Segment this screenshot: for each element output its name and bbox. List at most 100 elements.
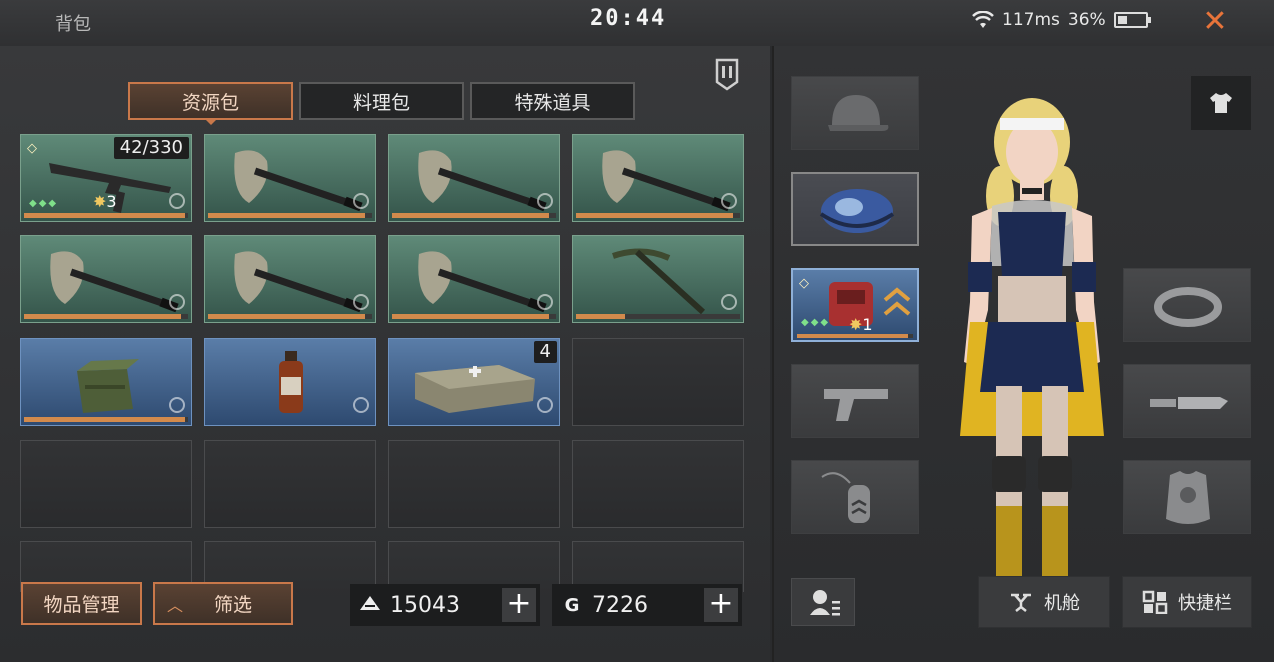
wifi-icon xyxy=(972,11,994,28)
top-bar: 背包 20:44 117ms 36% ✕ xyxy=(0,0,1274,46)
recycle-icon xyxy=(537,397,553,413)
slot-ring[interactable] xyxy=(1123,268,1251,342)
clock: 20:44 xyxy=(590,6,667,31)
inventory-slot-axe[interactable] xyxy=(388,235,560,323)
inventory-slot-axe[interactable] xyxy=(20,235,192,323)
recycle-icon xyxy=(537,193,553,209)
durability-fill xyxy=(24,314,182,319)
inventory-slot-ammo-crate[interactable] xyxy=(20,338,192,426)
shirt-icon xyxy=(1210,93,1232,113)
durability-bar xyxy=(392,213,556,218)
equipment-panel: ◇ ◆◆◆ ✸1 机舱 快捷栏 xyxy=(772,46,1274,662)
currency-1-icon xyxy=(350,595,390,616)
inventory-slot-medicine-bottle[interactable] xyxy=(204,338,376,426)
rarity-dots: ◆◆◆ xyxy=(801,317,831,328)
durability-bar xyxy=(576,213,740,218)
durability-fill xyxy=(392,213,550,218)
inventory-slot-axe[interactable] xyxy=(572,134,744,222)
durability-bar xyxy=(576,314,740,319)
drone-icon xyxy=(1011,593,1031,612)
slot-backpack-skin[interactable] xyxy=(791,172,919,246)
inventory-slot-axe[interactable] xyxy=(204,134,376,222)
shortcut-grid-icon xyxy=(1142,590,1168,614)
item-count: 42/330 xyxy=(113,137,189,159)
diamond-icon: ◇ xyxy=(799,276,809,291)
backpack-star-count: 1 xyxy=(862,315,873,334)
inventory-slot-pickaxe[interactable] xyxy=(572,235,744,323)
inventory-slot-empty[interactable] xyxy=(572,338,744,426)
battery-icon xyxy=(1113,12,1151,28)
recycle-icon xyxy=(169,294,185,310)
tab-food[interactable]: 料理包 xyxy=(299,82,464,120)
pistol-icon xyxy=(824,389,888,421)
slot-pistol[interactable] xyxy=(791,364,919,438)
recycle-icon xyxy=(353,294,369,310)
shortcut-bar-button[interactable]: 快捷栏 xyxy=(1122,576,1252,628)
inventory-slot-empty[interactable] xyxy=(388,440,560,528)
item-count: 4 xyxy=(533,341,557,363)
recycle-icon xyxy=(169,193,185,209)
close-button[interactable]: ✕ xyxy=(1198,5,1232,39)
knife-icon xyxy=(1150,397,1228,409)
durability-bar xyxy=(208,213,372,218)
durability-fill xyxy=(576,213,734,218)
slot-dogtag[interactable] xyxy=(791,460,919,534)
star-count: 3 xyxy=(106,192,117,211)
inventory-panel: 资源包 料理包 特殊道具 42/330 ◇ ◆◆◆ ✸3 4 物品管理 ︿ 筛选 150… xyxy=(0,46,770,662)
durability-fill xyxy=(208,314,366,319)
recycle-icon xyxy=(169,397,185,413)
star-level: ✸3 xyxy=(93,192,117,211)
ping-text: 117ms xyxy=(1002,10,1060,30)
durability-bar xyxy=(208,314,372,319)
durability-fill xyxy=(392,314,550,319)
currency-2: G 7226 + xyxy=(552,584,742,626)
slot-helmet[interactable] xyxy=(791,76,919,150)
outfit-button[interactable] xyxy=(1191,76,1251,130)
profile-button[interactable] xyxy=(791,578,855,626)
currency-2-icon: G xyxy=(564,594,580,616)
backpack-icon xyxy=(819,189,895,233)
currency-1: 15043 + xyxy=(350,584,540,626)
slot-knife[interactable] xyxy=(1123,364,1251,438)
inventory-grid: 42/330 ◇ ◆◆◆ ✸3 4 xyxy=(20,134,744,592)
inventory-slot-empty[interactable] xyxy=(20,440,192,528)
inventory-slot-empty[interactable] xyxy=(572,440,744,528)
tab-bar: 资源包 料理包 特殊道具 xyxy=(128,82,635,125)
durability-fill xyxy=(24,417,185,422)
ring-icon xyxy=(1154,287,1222,327)
inventory-slot-assault-rifle[interactable]: 42/330 ◇ ◆◆◆ ✸3 xyxy=(20,134,192,222)
slot-armor[interactable] xyxy=(1123,460,1251,534)
durability-bar xyxy=(392,314,556,319)
battery-percent: 36% xyxy=(1067,10,1106,30)
dogtag-icon xyxy=(821,472,870,523)
filter-button[interactable]: ︿ 筛选 xyxy=(153,582,293,625)
chevron-up-icon: ︿ xyxy=(166,595,183,615)
status-area: 117ms 36% xyxy=(972,9,1151,31)
add-currency-2-button[interactable]: + xyxy=(704,588,738,622)
sort-icon[interactable] xyxy=(713,56,741,92)
currency-2-value: 7226 xyxy=(592,592,648,618)
recycle-icon xyxy=(721,294,737,310)
item-management-button[interactable]: 物品管理 xyxy=(21,582,142,625)
rarity-dots: ◆◆◆ xyxy=(29,198,59,209)
inventory-slot-axe[interactable] xyxy=(204,235,376,323)
slot-backpack[interactable]: ◇ ◆◆◆ ✸1 xyxy=(791,268,919,342)
tab-special-items[interactable]: 特殊道具 xyxy=(470,82,635,120)
durability-bar xyxy=(24,213,188,218)
recycle-icon xyxy=(353,193,369,209)
durability-bar xyxy=(24,314,188,319)
currency-1-value: 15043 xyxy=(390,592,460,618)
diamond-icon: ◇ xyxy=(27,141,37,156)
shortcut-bar-label: 快捷栏 xyxy=(1178,593,1232,614)
inventory-slot-medkit[interactable]: 4 xyxy=(388,338,560,426)
add-currency-1-button[interactable]: + xyxy=(502,588,536,622)
battery-fill xyxy=(1117,16,1128,24)
cap-icon xyxy=(828,95,889,131)
durability-fill xyxy=(24,213,185,218)
inventory-slot-axe[interactable] xyxy=(388,134,560,222)
profile-icon xyxy=(810,590,840,616)
inventory-slot-empty[interactable] xyxy=(204,440,376,528)
hangar-button[interactable]: 机舱 xyxy=(978,576,1110,628)
tab-resources[interactable]: 资源包 xyxy=(128,82,293,125)
durability-fill xyxy=(208,213,366,218)
